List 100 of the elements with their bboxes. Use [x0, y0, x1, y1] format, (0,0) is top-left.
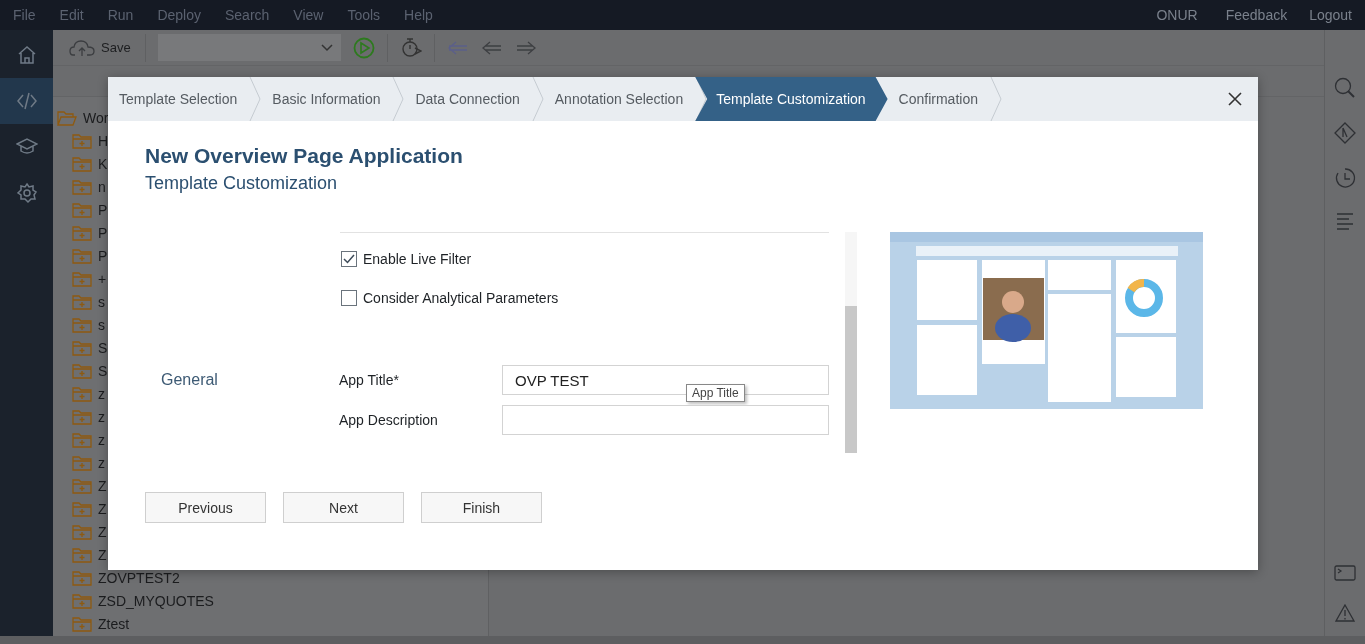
- tree-item[interactable]: H: [98, 133, 109, 148]
- folder-icon: [72, 385, 92, 402]
- wizard-step[interactable]: Template Selection: [108, 77, 250, 121]
- folder-icon: [72, 592, 92, 609]
- cloud-upload-icon: [69, 38, 95, 57]
- arrow-right-icon[interactable]: [514, 39, 537, 56]
- open-folder-icon: [57, 109, 77, 126]
- folder-icon: [72, 247, 92, 264]
- save-button[interactable]: Save: [67, 36, 133, 59]
- folder-icon: [72, 546, 92, 563]
- folder-icon: [72, 293, 92, 310]
- folder-icon: [72, 178, 92, 195]
- menu-item[interactable]: Help: [404, 7, 433, 23]
- chevron-divider: [990, 77, 1002, 121]
- folder-icon: [72, 132, 92, 149]
- wizard-step[interactable]: Data Connection: [404, 77, 532, 121]
- wizard-step[interactable]: Basic Information: [261, 77, 393, 121]
- warning-icon[interactable]: [1335, 604, 1355, 622]
- outline-icon[interactable]: [1335, 212, 1355, 230]
- menu-item[interactable]: Deploy: [157, 7, 201, 23]
- field-label: App Title*: [339, 372, 400, 388]
- scrollbar[interactable]: [845, 232, 857, 453]
- checkbox-label: Consider Analytical Parameters: [363, 290, 559, 306]
- chevron-divider: [392, 77, 405, 121]
- tree-item[interactable]: z: [98, 432, 105, 447]
- folder-icon: [72, 431, 92, 448]
- folder-icon: [72, 201, 92, 218]
- chevron-down-icon: [320, 43, 333, 52]
- input-field[interactable]: [502, 405, 829, 435]
- folder-icon: [72, 224, 92, 241]
- tree-item[interactable]: z: [98, 409, 105, 424]
- arrow-left-icon[interactable]: [480, 39, 503, 56]
- tree-item[interactable]: P: [98, 248, 108, 263]
- tree-item[interactable]: P: [98, 225, 108, 240]
- tree-item[interactable]: ZSD_MYQUOTES: [98, 593, 214, 608]
- search-icon[interactable]: [1334, 77, 1356, 99]
- checkbox-label: Enable Live Filter: [363, 251, 472, 267]
- folder-icon: [72, 500, 92, 517]
- menu-item[interactable]: Search: [224, 7, 270, 23]
- history-icon[interactable]: [1334, 167, 1356, 189]
- tree-item[interactable]: K: [98, 156, 108, 171]
- menu-item[interactable]: File: [13, 7, 36, 23]
- tree-item[interactable]: Z: [98, 547, 107, 562]
- close-icon[interactable]: [1228, 92, 1242, 106]
- folder-icon: [72, 339, 92, 356]
- dialog-title: New Overview Page Application: [145, 144, 464, 168]
- menu-item[interactable]: Edit: [59, 7, 84, 23]
- chevron-divider: [249, 77, 262, 121]
- tree-item[interactable]: s: [98, 317, 105, 332]
- folder-icon: [72, 155, 92, 172]
- folder-icon: [72, 408, 92, 425]
- checkbox[interactable]: [341, 251, 357, 267]
- tree-item[interactable]: n: [98, 179, 106, 194]
- check-icon: [343, 254, 355, 264]
- checkbox[interactable]: [341, 290, 357, 306]
- folder-icon: [72, 523, 92, 540]
- folder-icon: [72, 270, 92, 287]
- tree-item[interactable]: S: [98, 340, 108, 355]
- tree-item[interactable]: P: [98, 202, 108, 217]
- section-label: General: [160, 371, 219, 389]
- tree-item[interactable]: Wor: [83, 110, 109, 125]
- timer-icon[interactable]: [399, 36, 422, 59]
- wizard-step[interactable]: Annotation Selection: [543, 77, 696, 121]
- terminal-icon[interactable]: [1334, 565, 1356, 581]
- wizard-button[interactable]: Previous: [145, 492, 266, 523]
- tooltip: App Title: [686, 384, 745, 402]
- folder-icon: [72, 569, 92, 586]
- tree-item[interactable]: s: [98, 294, 105, 309]
- tree-item[interactable]: z: [98, 455, 105, 470]
- tree-item[interactable]: Z: [98, 524, 107, 539]
- menu-link[interactable]: Feedback: [1225, 7, 1288, 23]
- wizard-button[interactable]: Finish: [421, 492, 542, 523]
- field-label: App Description: [339, 412, 439, 428]
- dropdown-field[interactable]: [157, 34, 341, 61]
- tree-item[interactable]: z: [98, 386, 105, 401]
- menu-item[interactable]: Run: [107, 7, 134, 23]
- folder-icon: [72, 615, 92, 632]
- chevron-divider: [531, 77, 544, 121]
- wizard-step[interactable]: Template Customization: [695, 77, 888, 121]
- tree-item[interactable]: Z: [98, 478, 107, 493]
- tree-item[interactable]: Z: [98, 501, 107, 516]
- tree-item[interactable]: ZOVPTEST2: [98, 570, 180, 585]
- menu-link[interactable]: Logout: [1309, 7, 1352, 23]
- git-icon[interactable]: [1334, 122, 1356, 144]
- folder-icon: [72, 454, 92, 471]
- rail-button[interactable]: [0, 78, 53, 124]
- folder-icon: [72, 477, 92, 494]
- settings-icon: [15, 182, 38, 204]
- tree-item[interactable]: +: [98, 271, 107, 286]
- menu-item[interactable]: Tools: [347, 7, 381, 23]
- wizard-button[interactable]: Next: [283, 492, 404, 523]
- tree-item[interactable]: S: [98, 363, 108, 378]
- folder-icon: [72, 316, 92, 333]
- user-name: ONUR: [1156, 7, 1198, 23]
- tree-item[interactable]: Ztest: [98, 616, 130, 631]
- wizard-step[interactable]: Confirmation: [887, 77, 990, 121]
- code-icon: [15, 90, 38, 112]
- folder-icon: [72, 362, 92, 379]
- dialog-subtitle: Template Customization: [145, 173, 339, 194]
- menu-item[interactable]: View: [293, 7, 324, 23]
